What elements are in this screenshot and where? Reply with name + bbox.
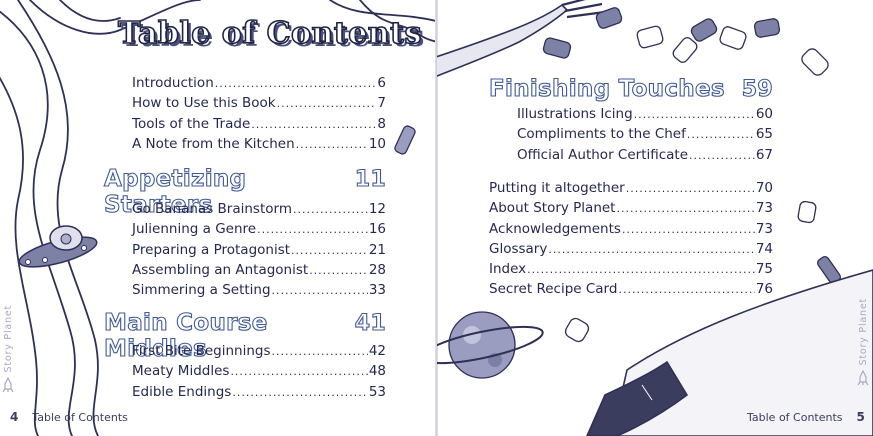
toc-entry[interactable]: Illustrations Icing60 <box>517 106 773 126</box>
toc-entry[interactable]: Putting it altogether70 <box>489 180 773 200</box>
toc-entry[interactable]: Official Author Certificate67 <box>517 147 773 167</box>
toc-entry[interactable]: Introduction6 <box>132 75 386 95</box>
footer-right: Table of Contents 5 <box>747 410 865 424</box>
toc-entry[interactable]: Preparing a Protagonist21 <box>132 242 386 262</box>
main-course-middles-list: First Bite Beginnings42 Meaty Middles48 … <box>132 343 386 404</box>
page-number: 5 <box>856 410 865 424</box>
appetizing-starters-list: Go Bananas Brainstorm12 Julienning a Gen… <box>132 201 386 302</box>
toc-entry[interactable]: Assembling an Antagonist28 <box>132 262 386 282</box>
toc-entry[interactable]: Simmering a Setting33 <box>132 282 386 302</box>
toc-entry[interactable]: Go Bananas Brainstorm12 <box>132 201 386 221</box>
right-page: Finishing Touches 59 Illustrations Icing… <box>437 0 873 436</box>
toc-entry[interactable]: Tools of the Trade8 <box>132 116 386 136</box>
toc-title: Table of Contents <box>117 15 422 52</box>
finishing-touches-list: Illustrations Icing60 Compliments to the… <box>517 106 773 167</box>
section-heading-finishing-touches[interactable]: Finishing Touches 59 <box>488 75 773 102</box>
ufo-alien-icon <box>18 225 98 268</box>
toc-entry[interactable]: First Bite Beginnings42 <box>132 343 386 363</box>
toc-entry[interactable]: About Story Planet73 <box>489 200 773 220</box>
toc-entry[interactable]: Edible Endings53 <box>132 384 386 404</box>
toc-entry[interactable]: Index75 <box>489 261 773 281</box>
toc-entry[interactable]: Glossary74 <box>489 241 773 261</box>
side-brand-right: Story Planet <box>857 298 869 386</box>
toc-entry[interactable]: How to Use this Book7 <box>132 95 386 115</box>
footer-label: Table of Contents <box>32 411 128 424</box>
toc-entry[interactable]: A Note from the Kitchen10 <box>132 136 386 156</box>
book-spread: Table of Contents Introduction6 How to U… <box>0 0 873 436</box>
toc-entry[interactable]: Acknowledgements73 <box>489 221 773 241</box>
toc-entry[interactable]: Meaty Middles48 <box>132 363 386 383</box>
footer-label: Table of Contents <box>747 411 843 424</box>
ringed-planet-icon <box>437 311 544 379</box>
toc-entry[interactable]: Compliments to the Chef65 <box>517 126 773 146</box>
footer-left: 4 Table of Contents <box>10 410 128 424</box>
toc-entry[interactable]: Julienning a Genre16 <box>132 221 386 241</box>
back-matter-list: Putting it altogether70 About Story Plan… <box>489 180 773 302</box>
left-page: Table of Contents Introduction6 How to U… <box>0 0 436 436</box>
side-brand-left: Story Planet <box>2 305 14 393</box>
toc-entry[interactable]: Secret Recipe Card76 <box>489 281 773 301</box>
rocket-logo-icon <box>2 376 14 392</box>
fork-icon <box>437 0 606 77</box>
front-matter-list: Introduction6 How to Use this Book7 Tool… <box>132 75 386 156</box>
rocket-logo-icon <box>857 369 869 385</box>
page-number: 4 <box>10 410 19 424</box>
